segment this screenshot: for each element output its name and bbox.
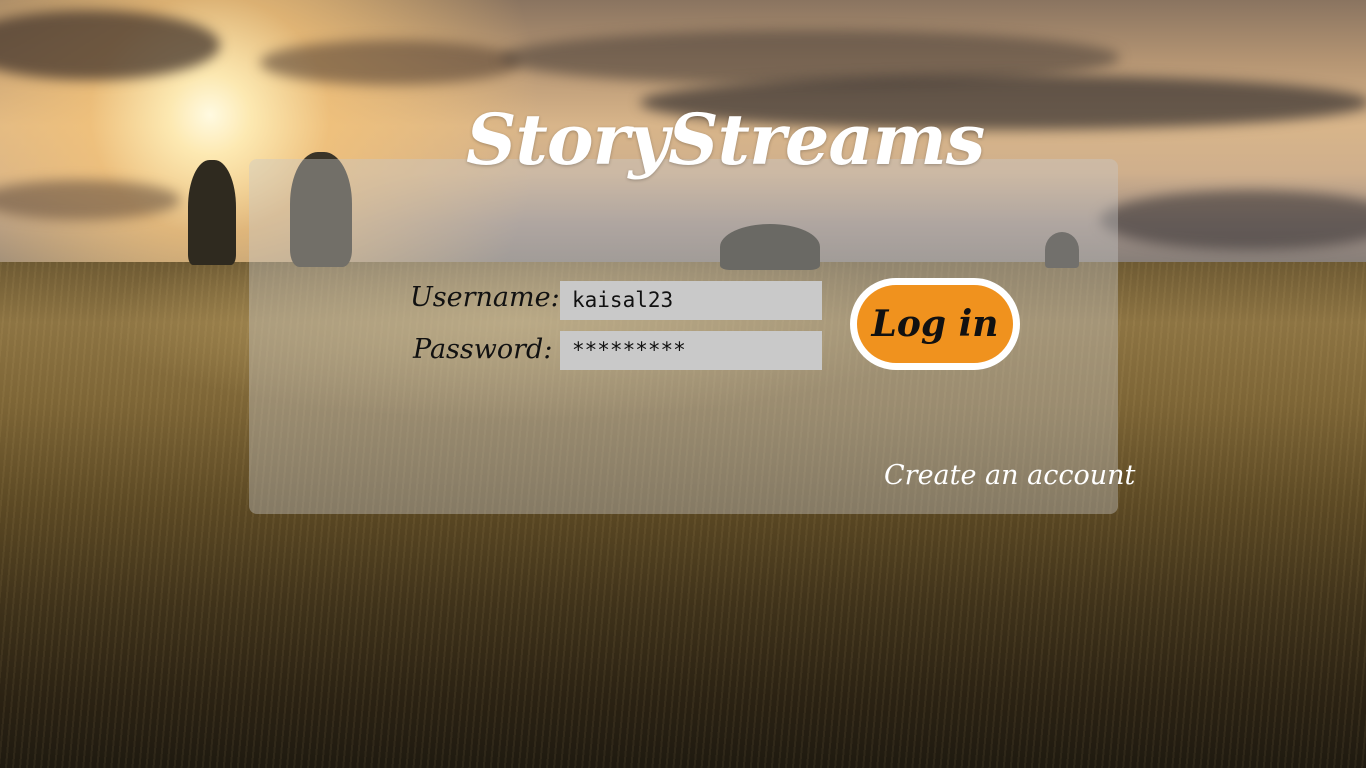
cloud <box>260 40 520 85</box>
password-input[interactable] <box>560 331 822 370</box>
create-account-link[interactable]: Create an account <box>884 460 1135 491</box>
app-title: StoryStreams <box>466 98 985 181</box>
password-label: Password: <box>413 334 553 365</box>
username-input[interactable] <box>560 281 822 320</box>
tree <box>188 160 236 265</box>
username-label: Username: <box>410 282 560 313</box>
login-button[interactable]: Log in <box>850 278 1020 370</box>
